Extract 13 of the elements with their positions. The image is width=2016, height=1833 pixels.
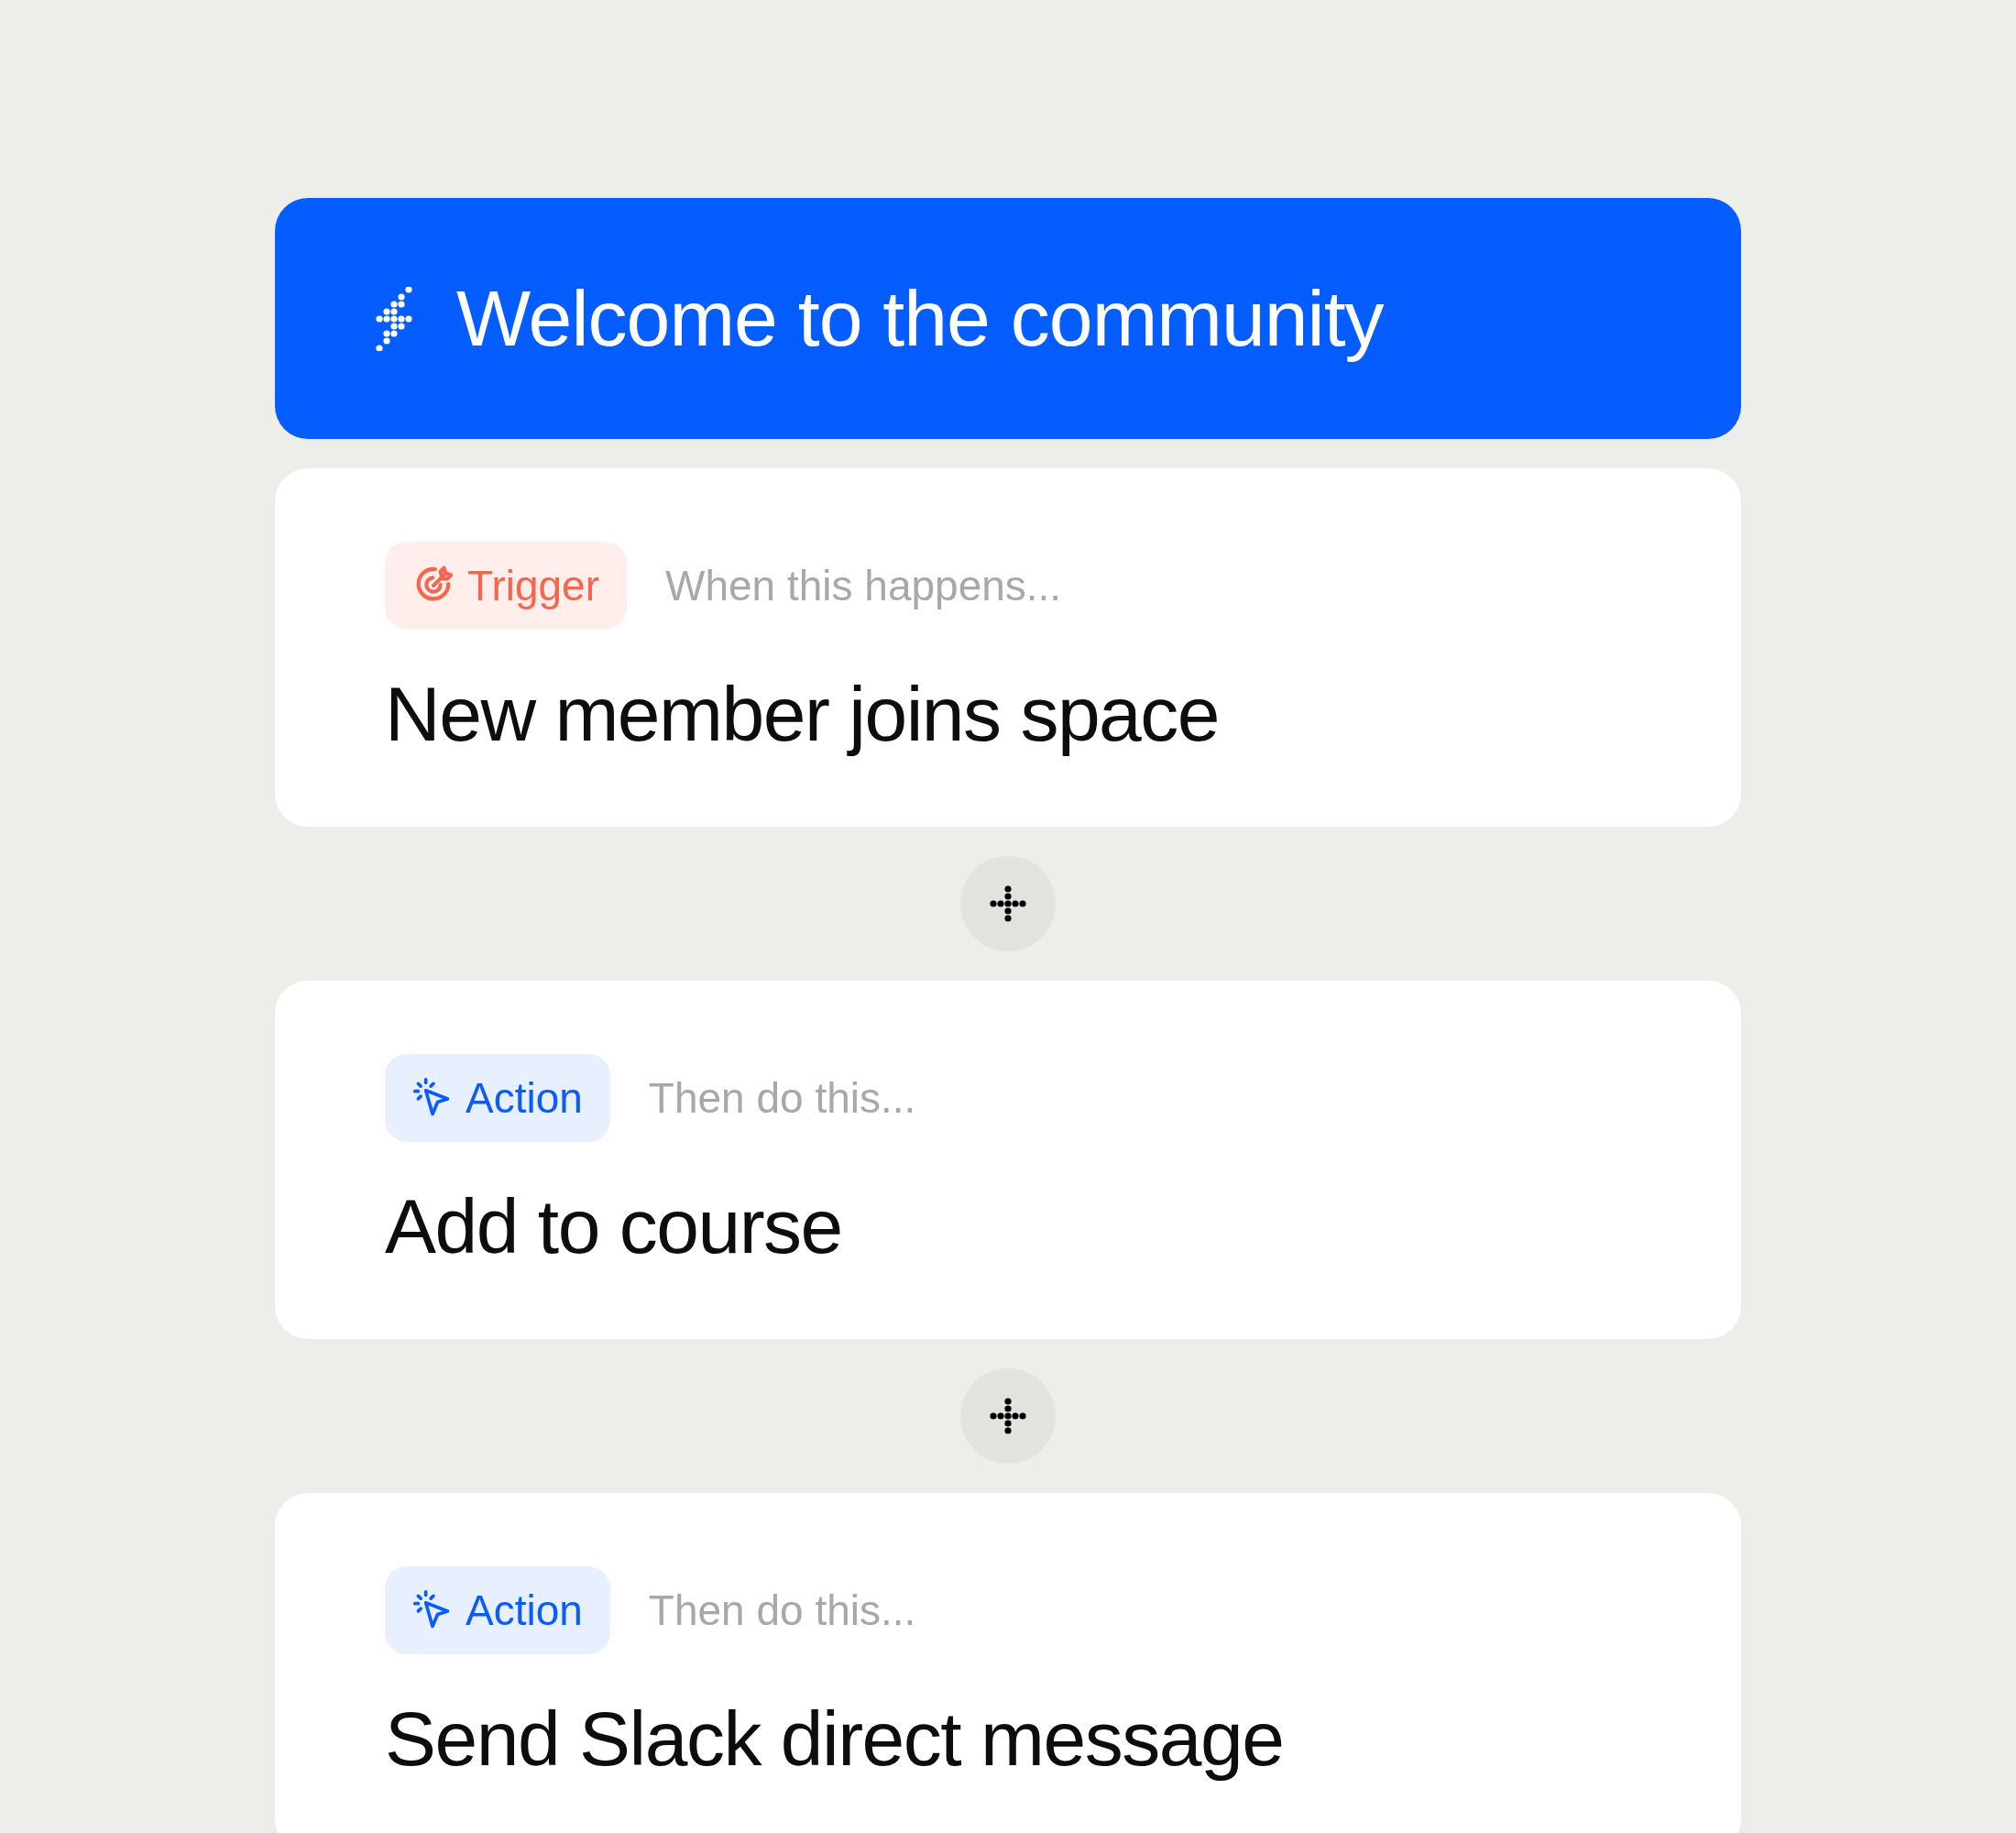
step-hint: Then do this... [648,1072,916,1124]
step-hint: Then do this... [648,1585,916,1636]
step-title: Send Slack direct message [385,1695,1285,1784]
workflow-title: Welcome to the community [456,272,1384,364]
lightning-dots-icon [376,286,412,351]
action-badge: Action [385,1054,610,1142]
plus-icon [988,884,1028,924]
step-title: Add to course [385,1182,843,1271]
step-hint: When this happens... [665,560,1062,611]
plus-icon [988,1396,1028,1436]
step-title: New member joins space [385,670,1221,759]
action-badge: Action [385,1566,610,1654]
trigger-badge: Trigger [385,542,627,630]
